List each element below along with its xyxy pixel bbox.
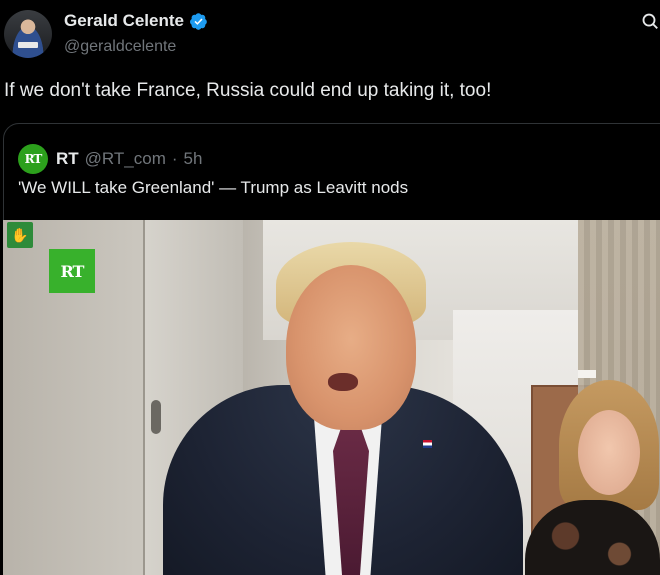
quoted-tweet-text: 'We WILL take Greenland' — Trump as Leav… <box>18 178 409 197</box>
flag-pin <box>423 440 432 448</box>
label-plate <box>578 370 596 378</box>
verified-badge-icon <box>190 12 207 30</box>
content-disclosure-icon[interactable]: ✋ <box>7 222 33 248</box>
man-mouth <box>328 373 358 391</box>
grok-icon[interactable] <box>638 10 660 32</box>
separator-dot: · <box>171 149 178 168</box>
quoted-tweet-header: RT RT @RT_com · 5h <box>18 144 202 174</box>
man-head <box>286 265 416 430</box>
author-display-name[interactable]: Gerald Celente <box>64 11 184 31</box>
author-avatar[interactable] <box>4 10 52 58</box>
tweet-text: If we don't take France, Russia could en… <box>4 80 492 101</box>
quoted-author-handle[interactable]: @RT_com <box>85 149 166 169</box>
quoted-author-avatar[interactable]: RT <box>18 144 48 174</box>
quoted-tweet-timestamp[interactable]: 5h <box>184 149 203 169</box>
quoted-author-name[interactable]: RT <box>56 149 79 169</box>
author-info: Gerald Celente <box>64 11 208 31</box>
door-handle <box>151 400 161 434</box>
rt-watermark-logo: RT <box>49 249 95 293</box>
woman-face <box>578 410 640 495</box>
avatar-shirt-print <box>18 42 38 48</box>
tweet: Gerald Celente @geraldcelente If we don'… <box>0 0 660 575</box>
author-handle[interactable]: @geraldcelente <box>64 38 176 56</box>
video-thumbnail[interactable]: ✋ RT <box>3 220 660 575</box>
